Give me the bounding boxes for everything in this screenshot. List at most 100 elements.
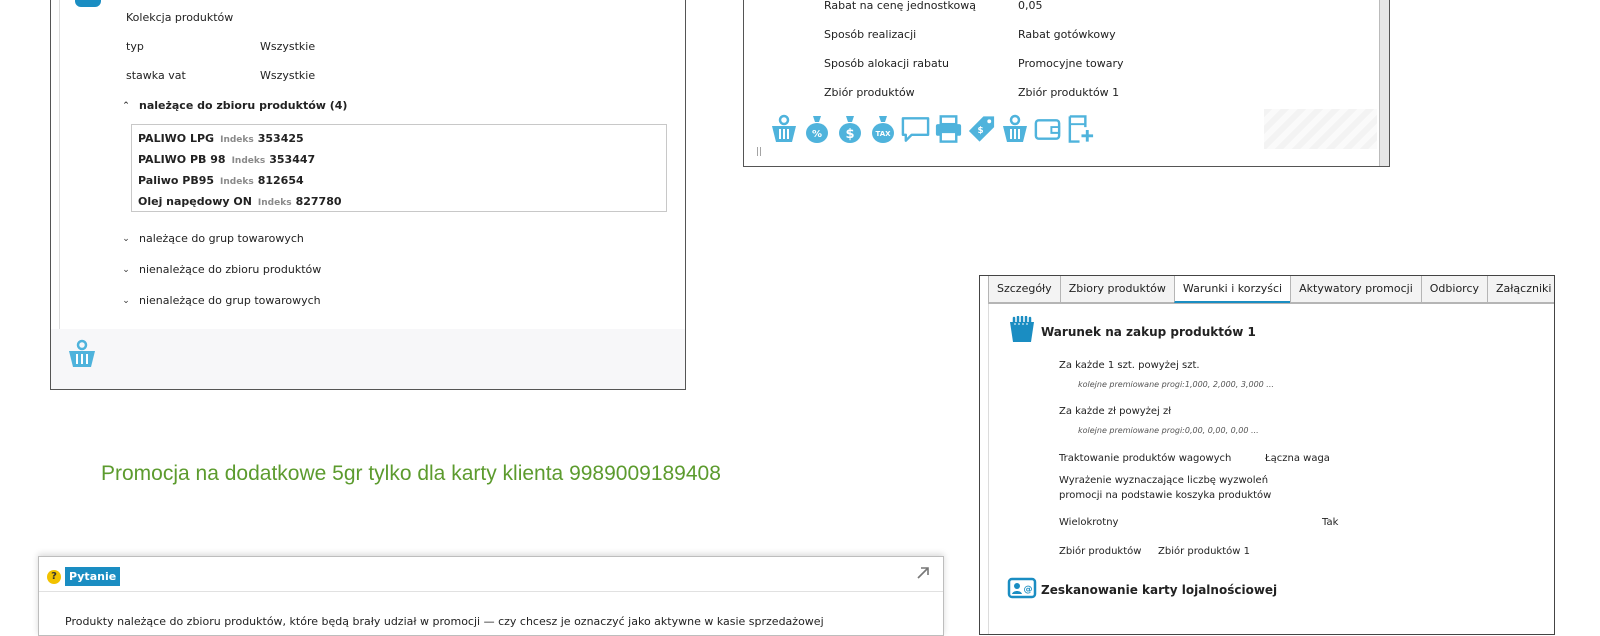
resize-grip[interactable]: || bbox=[756, 147, 762, 157]
product-set-value: Zbiór produktów 1 bbox=[1158, 546, 1250, 557]
loyalty-header: @ Zeskanowanie karty lojalnościowej bbox=[1007, 576, 1277, 603]
list-item[interactable]: PALIWO PB 98 Indeks 353447 bbox=[138, 149, 660, 170]
print-icon[interactable] bbox=[933, 111, 964, 147]
wallet-icon[interactable] bbox=[1032, 111, 1063, 147]
index-label: Indeks bbox=[220, 135, 254, 145]
expression-line-2: promocji na podstawie koszyka produktów bbox=[1059, 490, 1272, 501]
product-set-label: Zbiór produktów bbox=[824, 86, 915, 99]
expression-line-1: Wyrażenie wyznaczające liczbę wyzwoleń bbox=[1059, 475, 1269, 486]
scrollbar[interactable] bbox=[1379, 0, 1389, 166]
product-index: 812654 bbox=[257, 174, 304, 187]
dialog-divider bbox=[39, 591, 943, 592]
unit-price-discount-label: Rabat na cenę jednostkową bbox=[824, 0, 976, 12]
field-type-value[interactable]: Wszystkie bbox=[260, 40, 315, 53]
unit-price-discount-value: 0,05 bbox=[1018, 0, 1043, 12]
tag-icon[interactable]: $ bbox=[966, 111, 997, 147]
loyalty-card-icon: @ bbox=[1007, 576, 1037, 603]
basket-icon[interactable] bbox=[65, 337, 99, 375]
discount-panel: Rabat na cenę jednostkową 0,05 Sposób re… bbox=[743, 0, 1390, 167]
add-document-icon[interactable] bbox=[1065, 111, 1096, 147]
loyalty-title: Zeskanowanie karty lojalnościowej bbox=[1041, 582, 1278, 597]
allocation-method-label: Sposób alokacji rabatu bbox=[824, 57, 950, 70]
section-label: nienależące do zbioru produktów bbox=[139, 263, 322, 276]
dialog-header: ? Pytanie bbox=[47, 567, 121, 586]
list-item[interactable]: Paliwo PB95 Indeks 812654 bbox=[138, 170, 660, 191]
basket-icon[interactable] bbox=[768, 111, 799, 147]
tab-bar: Szczegóły Zbiory produktów Warunki i kor… bbox=[988, 276, 1554, 304]
conditions-panel: Szczegóły Zbiory produktów Warunki i kor… bbox=[979, 275, 1555, 635]
tab-conditions-benefits[interactable]: Warunki i korzyści bbox=[1173, 276, 1292, 303]
svg-text:$: $ bbox=[845, 127, 854, 142]
tab-product-sets[interactable]: Zbiory produktów bbox=[1059, 276, 1175, 303]
action-toolbar: % $ TAX $ bbox=[768, 111, 1096, 147]
product-name: Olej napędowy ON bbox=[138, 195, 252, 208]
svg-text:TAX: TAX bbox=[875, 130, 891, 138]
index-label: Indeks bbox=[231, 156, 266, 166]
condition-header: Warunek na zakup produktów 1 bbox=[1007, 315, 1256, 347]
field-vat-value[interactable]: Wszystkie bbox=[260, 69, 315, 82]
realization-method-label: Sposób realizacji bbox=[824, 28, 917, 41]
panel-icon bbox=[75, 0, 101, 7]
svg-text:%: % bbox=[811, 129, 821, 140]
product-index: 827780 bbox=[295, 195, 342, 208]
index-label: Indeks bbox=[220, 177, 254, 187]
svg-text:$: $ bbox=[978, 126, 984, 136]
field-type-label: typ bbox=[126, 40, 144, 53]
basket-hand-icon bbox=[1007, 315, 1037, 347]
threshold-amount: Za każde zł powyżej zł bbox=[1059, 406, 1172, 417]
section-in-product-groups[interactable]: ⌄ należące do grup towarowych bbox=[121, 232, 304, 245]
product-name: PALIWO PB 98 bbox=[138, 153, 226, 166]
threshold-qty: Za każde 1 szt. powyżej szt. bbox=[1059, 360, 1200, 371]
dollar-bag-icon[interactable]: $ bbox=[834, 111, 865, 147]
section-label: należące do grup towarowych bbox=[139, 232, 304, 245]
tab-content: Warunek na zakup produktów 1 Za każde 1 … bbox=[988, 304, 1554, 634]
product-index: 353425 bbox=[257, 132, 304, 145]
tab-attachments[interactable]: Załączniki bbox=[1487, 276, 1554, 303]
product-index: 353447 bbox=[269, 153, 316, 166]
product-collection-panel: Kolekcja produktów typ Wszystkie stawka … bbox=[50, 0, 686, 390]
section-label: nienależące do grup towarowych bbox=[139, 294, 321, 307]
list-item[interactable]: Olej napędowy ON Indeks 827780 bbox=[138, 191, 660, 212]
chevron-down-icon: ⌄ bbox=[122, 264, 130, 275]
weight-products-label: Traktowanie produktów wagowych bbox=[1059, 453, 1232, 464]
product-name: PALIWO LPG bbox=[138, 132, 215, 145]
chevron-up-icon: ⌃ bbox=[122, 100, 130, 111]
dialog-body: Produkty należące do zbioru produktów, k… bbox=[65, 615, 824, 628]
product-set-value: Zbiór produktów 1 bbox=[1018, 86, 1120, 99]
product-set-label: Zbiór produktów bbox=[1059, 546, 1142, 557]
index-label: Indeks bbox=[257, 198, 292, 208]
tab-recipients[interactable]: Odbiorcy bbox=[1420, 276, 1489, 303]
svg-text:@: @ bbox=[1024, 585, 1033, 595]
question-dialog: ? Pytanie Produkty należące do zbioru pr… bbox=[38, 556, 944, 636]
realization-method-value: Rabat gotówkowy bbox=[1018, 28, 1116, 41]
chevron-down-icon: ⌄ bbox=[122, 233, 130, 244]
basket-icon[interactable] bbox=[999, 111, 1030, 147]
weight-products-value: Łączna waga bbox=[1265, 453, 1330, 464]
help-icon: ? bbox=[47, 569, 61, 584]
list-item[interactable]: PALIWO LPG Indeks 353425 bbox=[138, 128, 660, 149]
tax-bag-icon[interactable]: TAX bbox=[867, 111, 898, 147]
section-in-product-set[interactable]: ⌃ należące do zbioru produktów (4) bbox=[121, 99, 347, 112]
condition-title: Warunek na zakup produktów 1 bbox=[1041, 324, 1256, 339]
comment-icon[interactable] bbox=[900, 111, 931, 147]
field-vat-label: stawka vat bbox=[126, 69, 186, 82]
tab-promo-activators[interactable]: Aktywatory promocji bbox=[1290, 276, 1422, 303]
tab-details[interactable]: Szczegóły bbox=[988, 276, 1061, 303]
expand-icon[interactable] bbox=[915, 565, 931, 585]
chevron-down-icon: ⌄ bbox=[122, 295, 130, 306]
multiple-label: Wielokrotny bbox=[1059, 517, 1119, 528]
section-label: należące do zbioru produktów (4) bbox=[139, 99, 348, 112]
dialog-title: Pytanie bbox=[65, 567, 121, 586]
product-list: PALIWO LPG Indeks 353425 PALIWO PB 98 Indek… bbox=[131, 124, 667, 212]
allocation-method-value: Promocyjne towary bbox=[1018, 57, 1124, 70]
percent-bag-icon[interactable]: % bbox=[801, 111, 832, 147]
threshold-amount-next: kolejne premiowane progi:0,00, 0,00, 0,0… bbox=[1078, 426, 1259, 435]
section-not-in-product-groups[interactable]: ⌄ nienależące do grup towarowych bbox=[121, 294, 321, 307]
section-not-in-product-set[interactable]: ⌄ nienależące do zbioru produktów bbox=[121, 263, 321, 276]
promo-title: Promocja na dodatkowe 5gr tylko dla kart… bbox=[101, 462, 721, 485]
collection-label: Kolekcja produktów bbox=[126, 11, 234, 24]
panel-footer bbox=[51, 329, 685, 389]
multiple-value: Tak bbox=[1322, 517, 1339, 528]
threshold-qty-next: kolejne premiowane progi:1,000, 2,000, 3… bbox=[1078, 380, 1274, 389]
toolbar-background bbox=[1264, 109, 1377, 149]
